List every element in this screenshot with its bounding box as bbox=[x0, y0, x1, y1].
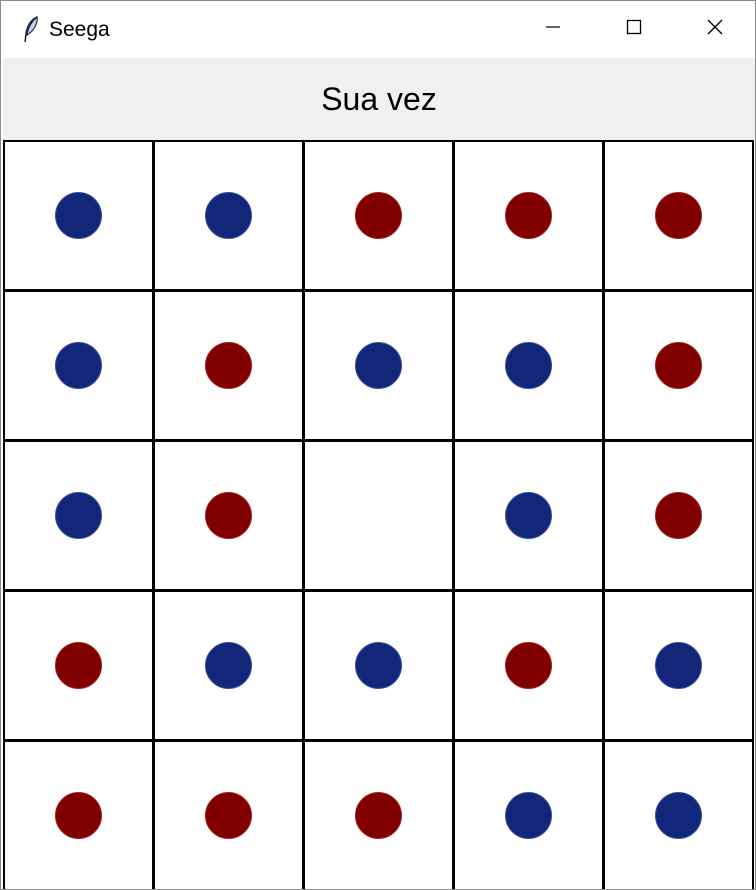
red-piece[interactable] bbox=[55, 792, 102, 839]
board-cell-3-0[interactable] bbox=[3, 590, 154, 741]
board-cell-2-1[interactable] bbox=[153, 440, 304, 591]
board-cell-2-4[interactable] bbox=[603, 440, 754, 591]
red-piece[interactable] bbox=[655, 192, 702, 239]
game-board bbox=[3, 140, 755, 889]
board-cell-0-2[interactable] bbox=[303, 140, 454, 291]
board-cell-3-1[interactable] bbox=[153, 590, 304, 741]
title-bar[interactable]: Seega bbox=[1, 1, 755, 58]
board-cell-4-1[interactable] bbox=[153, 740, 304, 889]
red-piece[interactable] bbox=[205, 492, 252, 539]
board-cell-3-3[interactable] bbox=[453, 590, 604, 741]
red-piece[interactable] bbox=[355, 792, 402, 839]
board-cell-1-2[interactable] bbox=[303, 290, 454, 441]
board-cell-3-2[interactable] bbox=[303, 590, 454, 741]
minimize-icon bbox=[545, 19, 561, 40]
board-cell-2-2[interactable] bbox=[303, 440, 454, 591]
blue-piece[interactable] bbox=[505, 792, 552, 839]
board-cell-4-3[interactable] bbox=[453, 740, 604, 889]
status-label: Sua vez bbox=[321, 80, 437, 117]
board-cell-4-4[interactable] bbox=[603, 740, 754, 889]
red-piece[interactable] bbox=[205, 342, 252, 389]
board-cell-1-1[interactable] bbox=[153, 290, 304, 441]
board-cell-1-4[interactable] bbox=[603, 290, 754, 441]
blue-piece[interactable] bbox=[205, 192, 252, 239]
board-cell-1-3[interactable] bbox=[453, 290, 604, 441]
red-piece[interactable] bbox=[205, 792, 252, 839]
red-piece[interactable] bbox=[655, 342, 702, 389]
blue-piece[interactable] bbox=[505, 342, 552, 389]
board-cell-0-1[interactable] bbox=[153, 140, 304, 291]
board-cell-0-0[interactable] bbox=[3, 140, 154, 291]
blue-piece[interactable] bbox=[355, 642, 402, 689]
blue-piece[interactable] bbox=[55, 492, 102, 539]
blue-piece[interactable] bbox=[205, 642, 252, 689]
blue-piece[interactable] bbox=[355, 342, 402, 389]
red-piece[interactable] bbox=[505, 192, 552, 239]
board-cell-4-2[interactable] bbox=[303, 740, 454, 889]
close-icon bbox=[706, 18, 724, 41]
blue-piece[interactable] bbox=[505, 492, 552, 539]
status-bar: Sua vez bbox=[3, 58, 755, 140]
maximize-button[interactable] bbox=[594, 1, 674, 58]
blue-piece[interactable] bbox=[55, 342, 102, 389]
board-cell-0-4[interactable] bbox=[603, 140, 754, 291]
window-title: Seega bbox=[49, 17, 110, 41]
board-cell-1-0[interactable] bbox=[3, 290, 154, 441]
maximize-icon bbox=[626, 19, 642, 40]
red-piece[interactable] bbox=[355, 192, 402, 239]
red-piece[interactable] bbox=[505, 642, 552, 689]
blue-piece[interactable] bbox=[55, 192, 102, 239]
board-cell-4-0[interactable] bbox=[3, 740, 154, 889]
seega-window: Seega Sua vez bbox=[0, 0, 756, 890]
blue-piece[interactable] bbox=[655, 642, 702, 689]
board-cell-0-3[interactable] bbox=[453, 140, 604, 291]
feather-icon bbox=[21, 15, 41, 44]
board-cell-3-4[interactable] bbox=[603, 590, 754, 741]
board-cell-2-0[interactable] bbox=[3, 440, 154, 591]
red-piece[interactable] bbox=[655, 492, 702, 539]
board-cell-2-3[interactable] bbox=[453, 440, 604, 591]
blue-piece[interactable] bbox=[655, 792, 702, 839]
minimize-button[interactable] bbox=[513, 1, 593, 58]
close-button[interactable] bbox=[675, 1, 755, 58]
red-piece[interactable] bbox=[55, 642, 102, 689]
